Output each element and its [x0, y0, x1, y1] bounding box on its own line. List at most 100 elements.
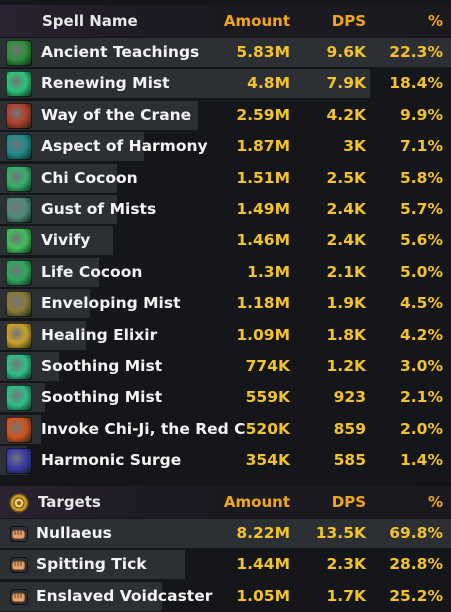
- amount-column-header[interactable]: Amount: [224, 12, 290, 30]
- aspect-of-harmony-icon: [6, 134, 32, 161]
- fist-icon: [11, 560, 26, 571]
- spell-row[interactable]: Soothing Mist 774K 1.2K 3.0%: [0, 351, 451, 382]
- dps-value: 2.5K: [326, 168, 366, 187]
- spell-row[interactable]: Vivify 1.46M 2.4K 5.6%: [0, 225, 451, 256]
- target-name: Enslaved Voidcaster: [36, 586, 213, 605]
- harmonic-surge-icon: [6, 448, 32, 475]
- dps-value: 923: [333, 388, 366, 407]
- percent-value: 4.2%: [400, 325, 443, 344]
- spell-row[interactable]: Harmonic Surge 354K 585 1.4%: [0, 445, 451, 476]
- target-row[interactable]: Nullaeus 8.22M 13.5K 69.8%: [0, 518, 451, 549]
- dps-value: 4.2K: [326, 105, 366, 124]
- spell-row[interactable]: Ancient Teachings 5.83M 9.6K 22.3%: [0, 37, 451, 68]
- targets-dps-column-header[interactable]: DPS: [332, 493, 366, 511]
- amount-value: 774K: [245, 357, 290, 375]
- spell-row[interactable]: Soothing Mist 559K 923 2.1%: [0, 382, 451, 413]
- targets-icon: [9, 493, 29, 513]
- spell-name: Soothing Mist: [41, 388, 163, 407]
- dps-value: 1.2K: [326, 357, 366, 375]
- spell-name-column-header[interactable]: Spell Name: [42, 12, 138, 30]
- percent-value: 5.6%: [400, 231, 443, 250]
- spell-name: Harmonic Surge: [41, 451, 182, 470]
- targets-amount-column-header[interactable]: Amount: [224, 493, 290, 511]
- targets-percent-column-header[interactable]: %: [428, 493, 443, 511]
- amount-value: 1.44M: [236, 555, 290, 574]
- targets-column-header[interactable]: Targets: [38, 493, 101, 511]
- percent-column-header[interactable]: %: [428, 12, 443, 30]
- percent-value: 7.1%: [400, 137, 443, 156]
- target-name: Nullaeus: [36, 524, 112, 542]
- dps-value: 1.9K: [326, 294, 366, 313]
- percent-value: 5.8%: [400, 168, 443, 187]
- percent-value: 9.9%: [400, 105, 443, 124]
- spell-row[interactable]: Gust of Mists 1.49M 2.4K 5.7%: [0, 194, 451, 225]
- spell-row[interactable]: Way of the Crane 2.59M 4.2K 9.9%: [0, 100, 451, 131]
- amount-value: 2.59M: [236, 105, 290, 124]
- invoke-chi-ji-icon: [6, 416, 32, 443]
- target-row[interactable]: Spitting Tick 1.44M 2.3K 28.8%: [0, 549, 451, 580]
- dps-column-header[interactable]: DPS: [332, 12, 366, 30]
- amount-value: 1.87M: [236, 137, 290, 156]
- amount-value: 1.05M: [236, 586, 290, 605]
- spell-row[interactable]: Renewing Mist 4.8M 7.9K 18.4%: [0, 68, 451, 99]
- amount-value: 1.09M: [236, 325, 290, 344]
- spell-name: Way of the Crane: [41, 105, 192, 124]
- percent-value: 5.0%: [400, 262, 443, 281]
- dps-value: 7.9K: [326, 74, 366, 93]
- percent-value: 69.8%: [389, 524, 443, 542]
- spell-name: Life Cocoon: [41, 262, 143, 281]
- amount-value: 1.18M: [236, 294, 290, 313]
- spell-row[interactable]: Invoke Chi-Ji, the Red Crane520K 859 2.0%: [0, 414, 451, 445]
- dps-value: 13.5K: [315, 524, 366, 542]
- amount-value: 354K: [245, 451, 290, 470]
- dps-value: 3K: [343, 137, 366, 156]
- way-of-the-crane-icon: [6, 102, 32, 129]
- damage-meter-window: Spell Name Amount DPS % Ancient Teaching…: [0, 0, 451, 612]
- enveloping-mist-icon: [6, 291, 32, 318]
- gust-of-mists-icon: [6, 197, 32, 223]
- targets-table-header: Targets Amount DPS %: [0, 486, 451, 518]
- spell-row[interactable]: Aspect of Harmony 1.87M 3K 7.1%: [0, 131, 451, 162]
- spell-name: Soothing Mist: [41, 357, 163, 375]
- spell-name: Chi Cocoon: [41, 168, 138, 187]
- dps-value: 1.8K: [326, 325, 366, 344]
- spell-row[interactable]: Chi Cocoon 1.51M 2.5K 5.8%: [0, 163, 451, 194]
- percent-value: 2.1%: [400, 388, 443, 407]
- amount-value: 8.22M: [236, 524, 290, 542]
- renewing-mist-icon: [6, 71, 32, 98]
- spell-name: Healing Elixir: [41, 325, 158, 344]
- percent-value: 1.4%: [400, 451, 443, 470]
- spell-row[interactable]: Enveloping Mist 1.18M 1.9K 4.5%: [0, 288, 451, 319]
- spell-name: Gust of Mists: [41, 200, 157, 218]
- dps-value: 2.1K: [326, 262, 366, 281]
- amount-value: 5.83M: [236, 43, 290, 61]
- percent-value: 2.0%: [400, 419, 443, 438]
- ancient-teachings-icon: [6, 40, 32, 66]
- dps-value: 2.4K: [326, 231, 366, 250]
- target-name: Spitting Tick: [36, 555, 147, 574]
- spell-row[interactable]: Healing Elixir 1.09M 1.8K 4.2%: [0, 320, 451, 351]
- percent-value: 28.8%: [389, 555, 443, 574]
- spell-name: Ancient Teachings: [41, 43, 200, 61]
- dps-value: 859: [333, 419, 366, 438]
- fist-icon: [11, 592, 26, 603]
- spell-name: Aspect of Harmony: [41, 137, 208, 156]
- spell-table-header: Spell Name Amount DPS %: [0, 5, 451, 37]
- soothing-mist-icon: [6, 354, 32, 380]
- vivify-icon: [6, 228, 32, 255]
- dps-value: 9.6K: [326, 43, 366, 61]
- percent-value: 3.0%: [400, 357, 443, 375]
- amount-value: 4.8M: [247, 74, 290, 93]
- spell-name: Invoke Chi-Ji, the Red Crane: [41, 419, 246, 438]
- amount-value: 1.3M: [247, 262, 290, 281]
- chi-cocoon-icon: [6, 165, 32, 192]
- target-row[interactable]: Enslaved Voidcaster 1.05M 1.7K 25.2%: [0, 581, 451, 612]
- percent-value: 18.4%: [389, 74, 443, 93]
- dps-value: 585: [333, 451, 366, 470]
- amount-value: 520K: [245, 419, 290, 438]
- amount-value: 1.49M: [236, 200, 290, 218]
- spell-row[interactable]: Life Cocoon 1.3M 2.1K 5.0%: [0, 257, 451, 288]
- dps-value: 2.4K: [326, 200, 366, 218]
- percent-value: 25.2%: [389, 586, 443, 605]
- percent-value: 5.7%: [400, 200, 443, 218]
